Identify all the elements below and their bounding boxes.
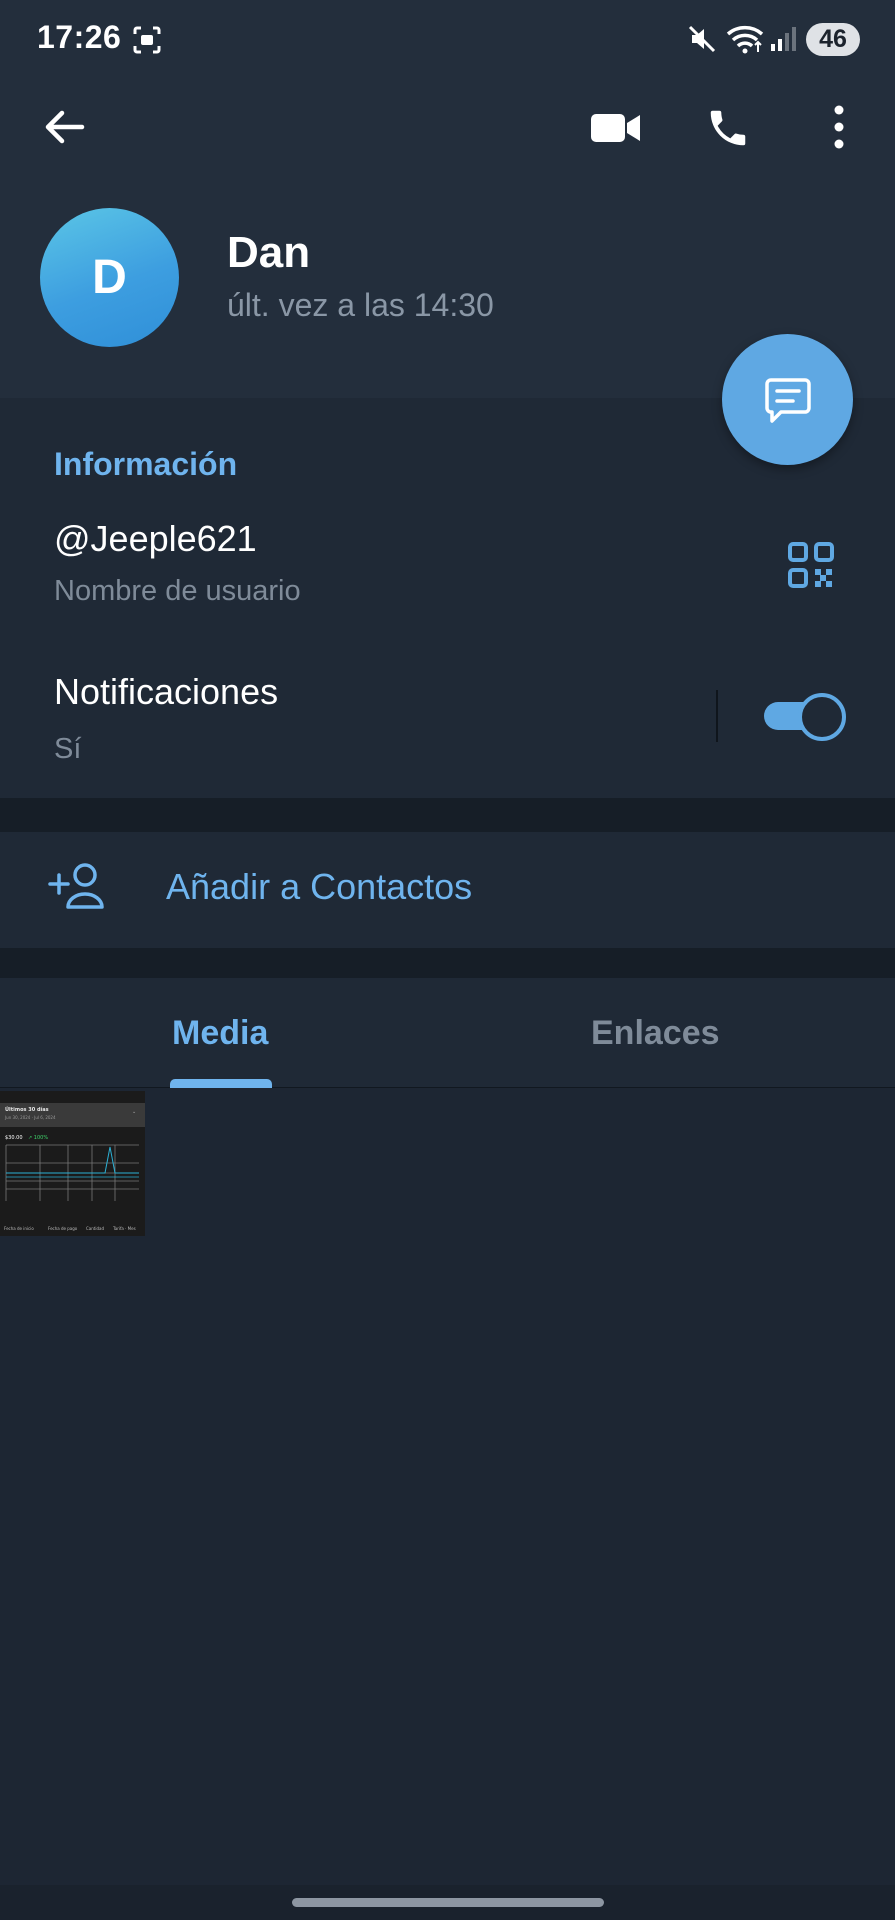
video-camera-icon[interactable]	[590, 111, 642, 145]
section-divider	[0, 948, 895, 978]
wifi-icon	[726, 24, 766, 54]
section-divider	[0, 798, 895, 832]
notifications-label[interactable]: Notificaciones	[54, 671, 278, 713]
thumbnail-column: Fecha de pago	[48, 1226, 78, 1231]
message-button[interactable]	[722, 334, 853, 465]
home-indicator[interactable]	[292, 1898, 604, 1907]
add-user-icon	[48, 862, 108, 910]
thumbnail-chevron-icon: ⌄	[132, 1109, 137, 1115]
tab-enlaces[interactable]: Enlaces	[591, 1014, 720, 1053]
media-tabs-bar	[0, 978, 895, 1088]
thumbnail-column: Fecha de inicio	[4, 1226, 34, 1231]
chat-bubble-icon	[763, 376, 813, 426]
toggle-knob	[798, 693, 846, 741]
avatar[interactable]: D	[40, 208, 179, 347]
mute-icon	[688, 24, 716, 54]
tab-media[interactable]: Media	[172, 1014, 268, 1053]
active-tab-indicator	[170, 1079, 272, 1088]
screenshot-icon	[132, 25, 162, 55]
username-caption: Nombre de usuario	[54, 575, 301, 607]
back-arrow-icon[interactable]	[42, 105, 86, 149]
qr-code-icon[interactable]	[788, 542, 834, 588]
notifications-divider	[716, 690, 718, 742]
phone-icon[interactable]	[705, 105, 751, 151]
more-vertical-icon[interactable]	[830, 105, 848, 149]
profile-name: Dan	[227, 228, 311, 277]
info-section-title: Información	[54, 446, 238, 482]
thumbnail-chart	[0, 1141, 145, 1216]
battery-level-badge: 46	[806, 23, 860, 56]
thumbnail-column: Tarifa · Mes	[113, 1226, 136, 1231]
add-contact-label[interactable]: Añadir a Contactos	[166, 866, 472, 908]
username-value[interactable]: @Jeeple621	[54, 518, 257, 560]
notifications-toggle[interactable]	[764, 693, 846, 741]
thumbnail-title: Últimos 30 días	[5, 1107, 49, 1113]
notifications-value: Sí	[54, 733, 82, 765]
media-thumbnail[interactable]: Últimos 30 días Jun 30, 2024 · Jul 6, 20…	[0, 1091, 145, 1236]
signal-icon	[770, 26, 798, 52]
last-seen-status: últ. vez a las 14:30	[227, 287, 494, 323]
status-time: 17:26	[37, 19, 122, 55]
thumbnail-subtitle: Jun 30, 2024 · Jul 6, 2024	[5, 1115, 56, 1120]
thumbnail-column: Cantidad	[86, 1226, 104, 1231]
